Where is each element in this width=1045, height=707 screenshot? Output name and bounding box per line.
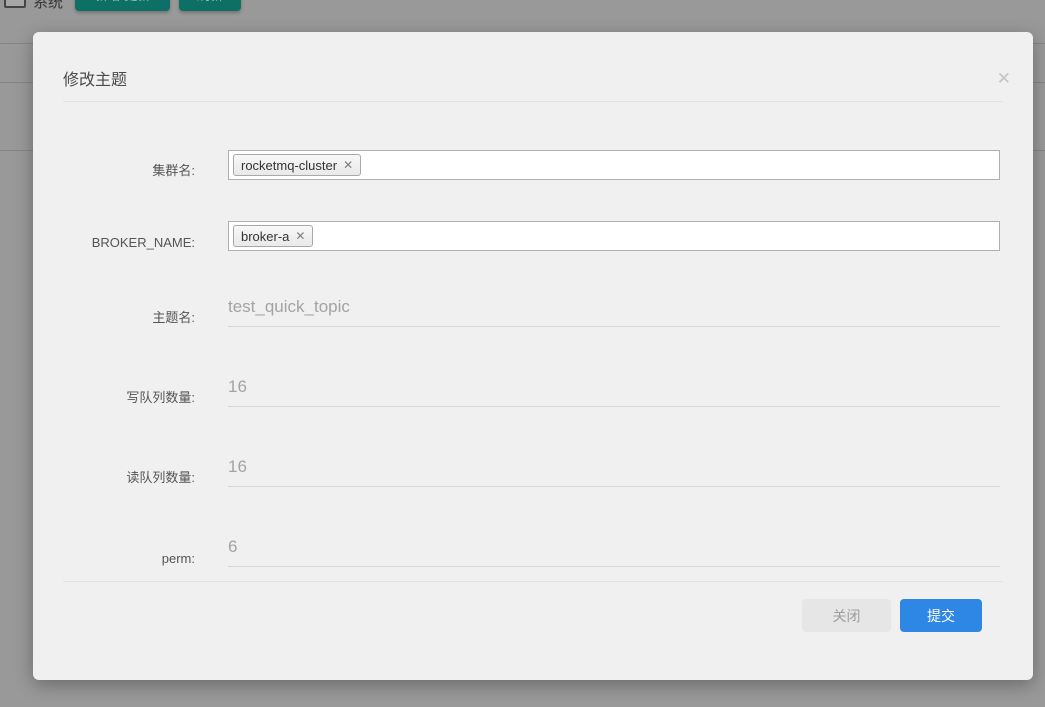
field-row-broker: BROKER_NAME: broker-a ✕ bbox=[63, 217, 1000, 251]
read-queue-input[interactable]: 16 bbox=[228, 441, 1000, 487]
cluster-name-label: 集群名: bbox=[63, 160, 195, 180]
system-checkbox-label: 系统 bbox=[33, 0, 63, 12]
perm-input[interactable]: 6 bbox=[228, 521, 1000, 567]
close-button[interactable]: 关闭 bbox=[802, 599, 891, 632]
field-row-read-queue: 读队列数量: 16 bbox=[63, 441, 1000, 487]
broker-name-input[interactable]: broker-a ✕ bbox=[228, 221, 1000, 251]
tag-rocketmq-cluster: rocketmq-cluster ✕ bbox=[233, 154, 361, 176]
read-queue-value: 16 bbox=[228, 457, 247, 477]
tag-remove-icon[interactable]: ✕ bbox=[295, 229, 305, 243]
footer-divider bbox=[63, 581, 1003, 582]
refresh-button[interactable]: 刷新 bbox=[179, 0, 241, 11]
field-row-cluster: 集群名: rocketmq-cluster ✕ bbox=[63, 146, 1000, 180]
modify-topic-modal: ✕ 修改主题 集群名: rocketmq-cluster ✕ BROKER_NA… bbox=[33, 32, 1033, 680]
field-row-write-queue: 写队列数量: 16 bbox=[63, 361, 1000, 407]
tag-label: broker-a bbox=[241, 229, 289, 244]
perm-value: 6 bbox=[228, 537, 237, 557]
system-checkbox[interactable] bbox=[4, 0, 26, 8]
topic-name-label: 主题名: bbox=[63, 307, 195, 327]
tag-remove-icon[interactable]: ✕ bbox=[343, 158, 353, 172]
tag-label: rocketmq-cluster bbox=[241, 158, 337, 173]
header-divider bbox=[63, 101, 1003, 102]
write-queue-value: 16 bbox=[228, 377, 247, 397]
perm-label: perm: bbox=[63, 551, 195, 567]
field-row-perm: perm: 6 bbox=[63, 521, 1000, 567]
read-queue-label: 读队列数量: bbox=[63, 467, 195, 487]
topic-name-value: test_quick_topic bbox=[228, 297, 350, 317]
add-update-button[interactable]: 新增/更新 bbox=[75, 0, 170, 11]
modal-footer: 关闭 提交 bbox=[802, 599, 982, 632]
cluster-name-input[interactable]: rocketmq-cluster ✕ bbox=[228, 150, 1000, 180]
topic-name-input: test_quick_topic bbox=[228, 281, 1000, 327]
write-queue-input[interactable]: 16 bbox=[228, 361, 1000, 407]
field-row-topic-name: 主题名: test_quick_topic bbox=[63, 281, 1000, 327]
modal-title: 修改主题 bbox=[63, 66, 127, 90]
close-icon[interactable]: ✕ bbox=[997, 70, 1011, 87]
broker-name-label: BROKER_NAME: bbox=[63, 235, 195, 251]
submit-button[interactable]: 提交 bbox=[900, 599, 982, 632]
tag-broker-a: broker-a ✕ bbox=[233, 225, 313, 247]
background-toolbar: 系统 新增/更新 刷新 bbox=[0, 0, 1045, 14]
write-queue-label: 写队列数量: bbox=[63, 387, 195, 407]
